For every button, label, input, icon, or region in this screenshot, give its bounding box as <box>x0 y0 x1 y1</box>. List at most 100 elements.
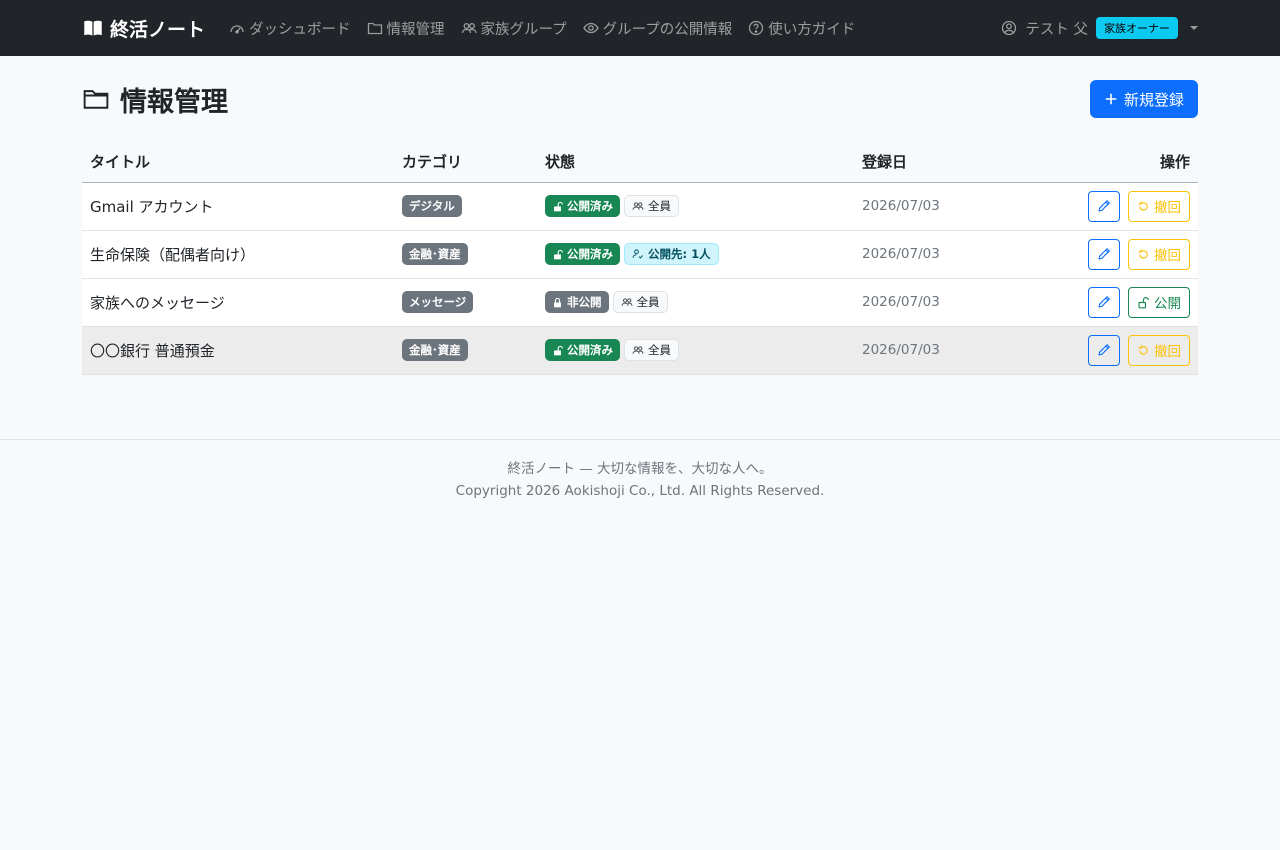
new-register-label: 新規登録 <box>1123 90 1184 109</box>
person-circle-icon <box>1002 20 1017 36</box>
audience-text: 全員 <box>648 343 671 357</box>
header-date: 登録日 <box>854 142 1032 183</box>
new-register-button[interactable]: 新規登録 <box>1089 80 1198 118</box>
audience-badge: 全員 <box>624 195 679 217</box>
status-text: 非公開 <box>567 295 602 309</box>
publish-button[interactable]: 公開 <box>1128 286 1190 318</box>
table-row: Gmail アカウント デジタル 公開済み 全員 2026/07/03 撤回 <box>82 182 1198 231</box>
nav-info-manage-label: 情報管理 <box>386 21 445 38</box>
table-row: 〇〇銀行 普通預金 金融･資産 公開済み 全員 2026/07/03 撤回 <box>82 326 1198 375</box>
role-badge: 家族オーナー <box>1096 17 1178 39</box>
status-badge-public: 公開済み <box>545 243 620 265</box>
edit-button[interactable] <box>1088 286 1120 318</box>
unlock-icon <box>554 201 563 211</box>
speedometer-icon <box>230 25 244 34</box>
question-circle-icon <box>749 20 764 36</box>
status-text: 公開済み <box>567 343 613 357</box>
revoke-label: 撤回 <box>1154 248 1181 264</box>
folder-icon <box>83 90 109 109</box>
user-menu-toggle[interactable]: テスト 父 家族オーナー <box>1001 17 1198 39</box>
nav-dashboard[interactable]: ダッシュボード <box>229 18 351 39</box>
people-icon <box>621 298 632 306</box>
people-icon <box>632 202 644 210</box>
unlock-icon <box>554 249 563 259</box>
row-date: 2026/07/03 <box>854 326 1032 375</box>
revoke-button[interactable]: 撤回 <box>1128 238 1190 270</box>
row-date: 2026/07/03 <box>854 182 1032 231</box>
nav-family-group[interactable]: 家族グループ <box>461 18 567 39</box>
edit-button[interactable] <box>1088 238 1120 270</box>
row-title: 〇〇銀行 普通預金 <box>82 326 394 375</box>
edit-button[interactable] <box>1088 334 1120 366</box>
table-header-row: タイトル カテゴリ 状態 登録日 操作 <box>82 142 1198 183</box>
edit-button[interactable] <box>1088 190 1120 222</box>
status-badge-private: 非公開 <box>545 291 609 313</box>
book-icon <box>84 20 102 36</box>
arrow-counterclockwise-icon <box>1138 200 1148 211</box>
navbar: 終活ノート ダッシュボード 情報管理 家族グループ グループの公開情報 使い方ガ… <box>0 0 1280 56</box>
row-title: 生命保険（配偶者向け） <box>82 230 394 279</box>
plus-icon <box>1105 93 1117 105</box>
revoke-label: 撤回 <box>1154 344 1181 360</box>
nav-guide-label: 使い方ガイド <box>768 21 856 38</box>
nav-group-public-info[interactable]: グループの公開情報 <box>582 18 733 39</box>
unlock-icon <box>1138 296 1149 308</box>
audience-text: 全員 <box>648 199 671 213</box>
people-icon <box>461 23 477 34</box>
people-icon <box>632 346 644 354</box>
table-row: 生命保険（配偶者向け） 金融･資産 公開済み 公開先: 1人 2026/07/0… <box>82 230 1198 279</box>
nav-dashboard-label: ダッシュボード <box>249 21 351 38</box>
brand-link[interactable]: 終活ノート <box>82 15 205 42</box>
pencil-icon <box>1098 343 1111 356</box>
revoke-button[interactable]: 撤回 <box>1128 190 1190 222</box>
footer: 終活ノート — 大切な情報を、大切な人へ。 Copyright 2026 Aok… <box>0 438 1280 502</box>
header-status: 状態 <box>537 142 854 183</box>
header-category: カテゴリ <box>394 142 537 183</box>
revoke-label: 撤回 <box>1154 200 1181 216</box>
arrow-counterclockwise-icon <box>1138 248 1148 259</box>
audience-badge: 全員 <box>624 339 679 361</box>
brand-name: 終活ノート <box>110 18 206 41</box>
user-name: テスト 父 <box>1025 21 1088 38</box>
category-badge: 金融･資産 <box>402 243 468 265</box>
audience-badge: 全員 <box>612 291 668 313</box>
folder-icon <box>367 22 382 35</box>
footer-tagline: 終活ノート — 大切な情報を、大切な人へ。 <box>507 460 773 477</box>
info-table: タイトル カテゴリ 状態 登録日 操作 Gmail アカウント デジタル 公開済… <box>82 142 1198 375</box>
nav-family-group-label: 家族グループ <box>480 21 567 38</box>
header-title: タイトル <box>82 142 394 183</box>
pencil-icon <box>1098 247 1111 260</box>
person-check-icon <box>632 249 644 259</box>
pencil-icon <box>1098 295 1111 308</box>
eye-icon <box>582 22 599 34</box>
revoke-button[interactable]: 撤回 <box>1128 334 1190 366</box>
status-badge-public: 公開済み <box>545 195 620 217</box>
row-title: 家族へのメッセージ <box>82 278 394 327</box>
header-actions: 操作 <box>1032 142 1198 183</box>
publish-label: 公開 <box>1154 296 1181 312</box>
chevron-down-icon <box>1190 26 1198 30</box>
lock-icon <box>554 297 561 307</box>
status-text: 公開済み <box>567 247 613 261</box>
category-badge: デジタル <box>402 195 462 217</box>
arrow-counterclockwise-icon <box>1138 344 1148 355</box>
nav-info-manage[interactable]: 情報管理 <box>367 18 445 39</box>
status-text: 公開済み <box>567 199 613 213</box>
audience-text: 全員 <box>636 295 660 309</box>
nav-guide[interactable]: 使い方ガイド <box>748 18 855 39</box>
audience-text: 公開先: 1人 <box>648 247 711 261</box>
main-content: 情報管理 新規登録 タイトル カテゴリ 状態 登録日 操作 Gmail アカウン… <box>0 56 1280 375</box>
status-badge-public: 公開済み <box>545 339 620 361</box>
category-badge: 金融･資産 <box>402 339 468 361</box>
row-title: Gmail アカウント <box>82 182 394 231</box>
category-badge: メッセージ <box>402 291 474 313</box>
row-date: 2026/07/03 <box>854 278 1032 327</box>
row-date: 2026/07/03 <box>854 230 1032 279</box>
table-row: 家族へのメッセージ メッセージ 非公開 全員 2026/07/03 公開 <box>82 278 1198 327</box>
page-title: 情報管理 <box>82 80 228 119</box>
audience-badge-specific: 公開先: 1人 <box>624 243 719 265</box>
nav-group-public-info-label: グループの公開情報 <box>602 21 733 38</box>
footer-copyright: Copyright 2026 Aokishoji Co., Ltd. All R… <box>455 482 825 499</box>
pencil-icon <box>1098 199 1111 212</box>
page-title-text: 情報管理 <box>120 86 228 118</box>
